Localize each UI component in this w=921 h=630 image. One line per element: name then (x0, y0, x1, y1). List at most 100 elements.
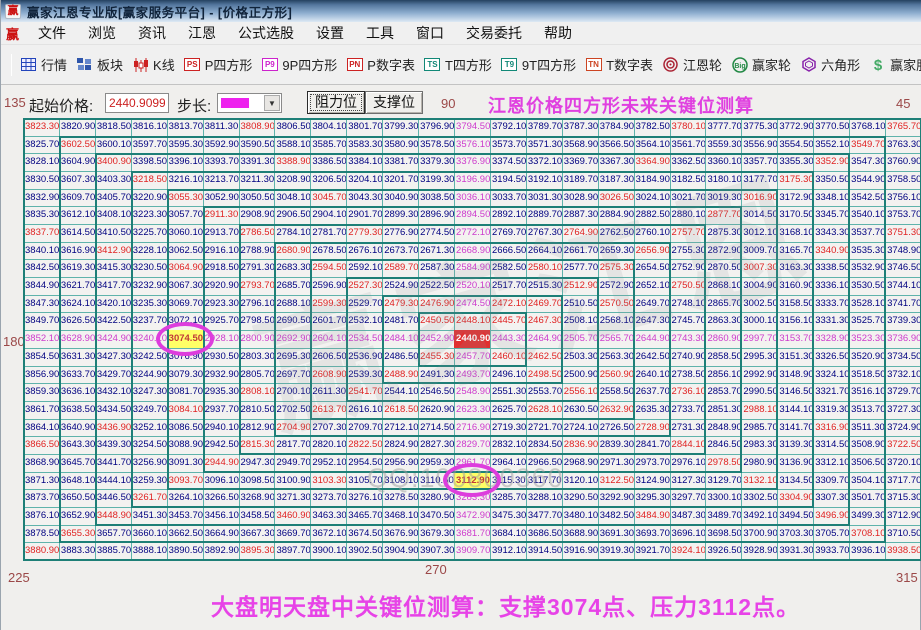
price-cell: 3477.70 (525, 506, 563, 526)
menu-item-浏览[interactable]: 浏览 (77, 22, 127, 45)
menu-item-工具[interactable]: 工具 (355, 22, 405, 45)
price-cell: 2704.90 (274, 418, 312, 438)
toolbar-button-赢家轮[interactable]: Big 赢家轮 (731, 55, 791, 74)
price-cell: 3573.70 (489, 135, 527, 155)
price-cell: 3252.10 (130, 418, 168, 438)
price-cell: 3616.90 (58, 241, 96, 261)
price-cell: 3278.50 (382, 489, 420, 508)
toolbar-button-K线[interactable]: K线 (132, 55, 175, 74)
price-cell: 2949.70 (274, 453, 312, 473)
price-cell: 2536.90 (346, 347, 384, 367)
price-cell: 3748.90 (885, 241, 921, 261)
toolbar-button-T数字表[interactable]: TN T数字表 (585, 55, 653, 74)
price-cell: 2954.50 (346, 453, 384, 473)
price-cell: 2810.50 (238, 400, 276, 420)
price-cell: 3693.70 (633, 524, 671, 544)
price-cell: 3016.90 (741, 188, 779, 208)
menu-item-窗口[interactable]: 窗口 (405, 22, 455, 45)
price-cell: 2913.70 (202, 224, 240, 243)
toolbar-button-9P四方形[interactable]: P9 9P四方形 (261, 55, 337, 74)
price-cell: 3859.30 (23, 383, 60, 402)
price-cell: 3674.50 (346, 524, 384, 544)
price-cell: 3516.10 (849, 383, 887, 402)
price-cell: 2613.70 (310, 400, 348, 420)
price-cell: 3525.70 (849, 312, 887, 332)
price-cell: 3585.70 (310, 135, 348, 155)
price-cell: 2469.70 (525, 294, 563, 314)
price-cell: 2620.90 (418, 400, 456, 420)
price-cell: 2827.30 (418, 436, 456, 455)
price-cell: 3172.90 (777, 188, 815, 208)
price-cell: 3328.90 (813, 330, 851, 349)
price-cell: 2736.10 (669, 383, 707, 402)
price-cell: 3801.70 (346, 118, 384, 137)
menu-item-江恩[interactable]: 江恩 (177, 22, 227, 45)
price-cell: 3928.90 (741, 542, 779, 561)
price-cell: 2772.10 (454, 224, 491, 243)
step-dropdown[interactable]: ▼ (217, 93, 282, 113)
price-cell: 3544.90 (849, 171, 887, 190)
price-cell: 3372.10 (525, 153, 563, 173)
price-cell: 3424.90 (94, 330, 132, 349)
start-price-input[interactable] (105, 93, 169, 113)
price-cell: 3350.50 (813, 171, 851, 190)
price-cell: 3566.50 (597, 135, 635, 155)
price-cell: 2668.90 (454, 241, 491, 261)
resistance-button[interactable]: 阻力位 (307, 91, 365, 114)
price-cell: 2908.90 (238, 206, 276, 226)
price-cell: 3909.70 (454, 542, 491, 561)
price-cell: 2534.50 (346, 330, 384, 349)
price-cell: 3520.90 (849, 347, 887, 367)
price-cell: 3336.10 (813, 277, 851, 296)
toolbar-button-赢家服务[interactable]: $赢家服务 (869, 55, 921, 74)
price-cell: 3916.90 (561, 542, 599, 561)
price-cell: 2808.10 (238, 383, 276, 402)
price-cell: 3844.90 (23, 277, 60, 296)
price-cell: 2877.70 (705, 206, 743, 226)
price-cell: 3300.10 (705, 489, 743, 508)
price-cell: 3391.30 (238, 153, 276, 173)
price-cell: 2724.10 (561, 418, 599, 438)
price-cell: 3280.90 (418, 489, 456, 508)
menu-item-公式选股[interactable]: 公式选股 (227, 22, 305, 45)
price-cell: 2947.30 (238, 453, 276, 473)
price-cell: 3033.70 (489, 188, 527, 208)
price-cell: 3297.70 (669, 489, 707, 508)
toolbar-button-板块[interactable]: 板块 (76, 55, 123, 74)
toolbar-button-江恩轮[interactable]: 江恩轮 (662, 55, 722, 74)
price-cell: 2560.90 (597, 365, 635, 385)
price-cell: 2474.50 (454, 294, 491, 314)
menu-item-文件[interactable]: 文件 (27, 22, 77, 45)
menu-item-交易委托[interactable]: 交易委托 (455, 22, 533, 45)
price-cell: 3422.50 (94, 312, 132, 332)
price-cell: 2683.30 (274, 259, 312, 279)
toolbar-button-9T四方形[interactable]: T9 9T四方形 (501, 55, 576, 74)
toolbar-button-六角形[interactable]: 六角形 (800, 55, 860, 74)
price-cell: 2750.50 (669, 277, 707, 296)
chevron-down-icon[interactable]: ▼ (264, 95, 280, 111)
toolbar-button-T四方形[interactable]: TS T四方形 (424, 55, 492, 74)
price-cell: 3636.10 (58, 383, 96, 402)
price-cell: 2740.90 (669, 347, 707, 367)
price-cell: 2690.50 (274, 312, 312, 332)
price-cell: 3211.30 (238, 171, 276, 190)
price-cell: 2942.50 (202, 436, 240, 455)
support-button[interactable]: 支撑位 (365, 91, 423, 114)
price-cell: 3576.10 (454, 135, 491, 155)
menu-item-帮助[interactable]: 帮助 (533, 22, 583, 45)
menu-item-设置[interactable]: 设置 (305, 22, 355, 45)
price-cell: 2493.70 (454, 365, 491, 385)
toolbar-button-P四方形[interactable]: PS P四方形 (184, 55, 252, 74)
price-cell: 3806.50 (274, 118, 312, 137)
toolbar-button-行情[interactable]: 行情 (20, 55, 67, 74)
menu-item-资讯[interactable]: 资讯 (127, 22, 177, 45)
price-cell: 3508.90 (849, 436, 887, 455)
price-cell: 3163.30 (777, 259, 815, 279)
price-cell: 2805.70 (238, 365, 276, 385)
toolbar-button-P数字表[interactable]: PN P数字表 (346, 55, 415, 74)
price-cell: 3866.50 (23, 436, 60, 455)
price-cell: 3535.30 (849, 241, 887, 261)
price-cell: 3247.30 (130, 383, 168, 402)
price-cell: 3439.30 (94, 436, 132, 455)
price-cell: 3002.50 (741, 294, 779, 314)
